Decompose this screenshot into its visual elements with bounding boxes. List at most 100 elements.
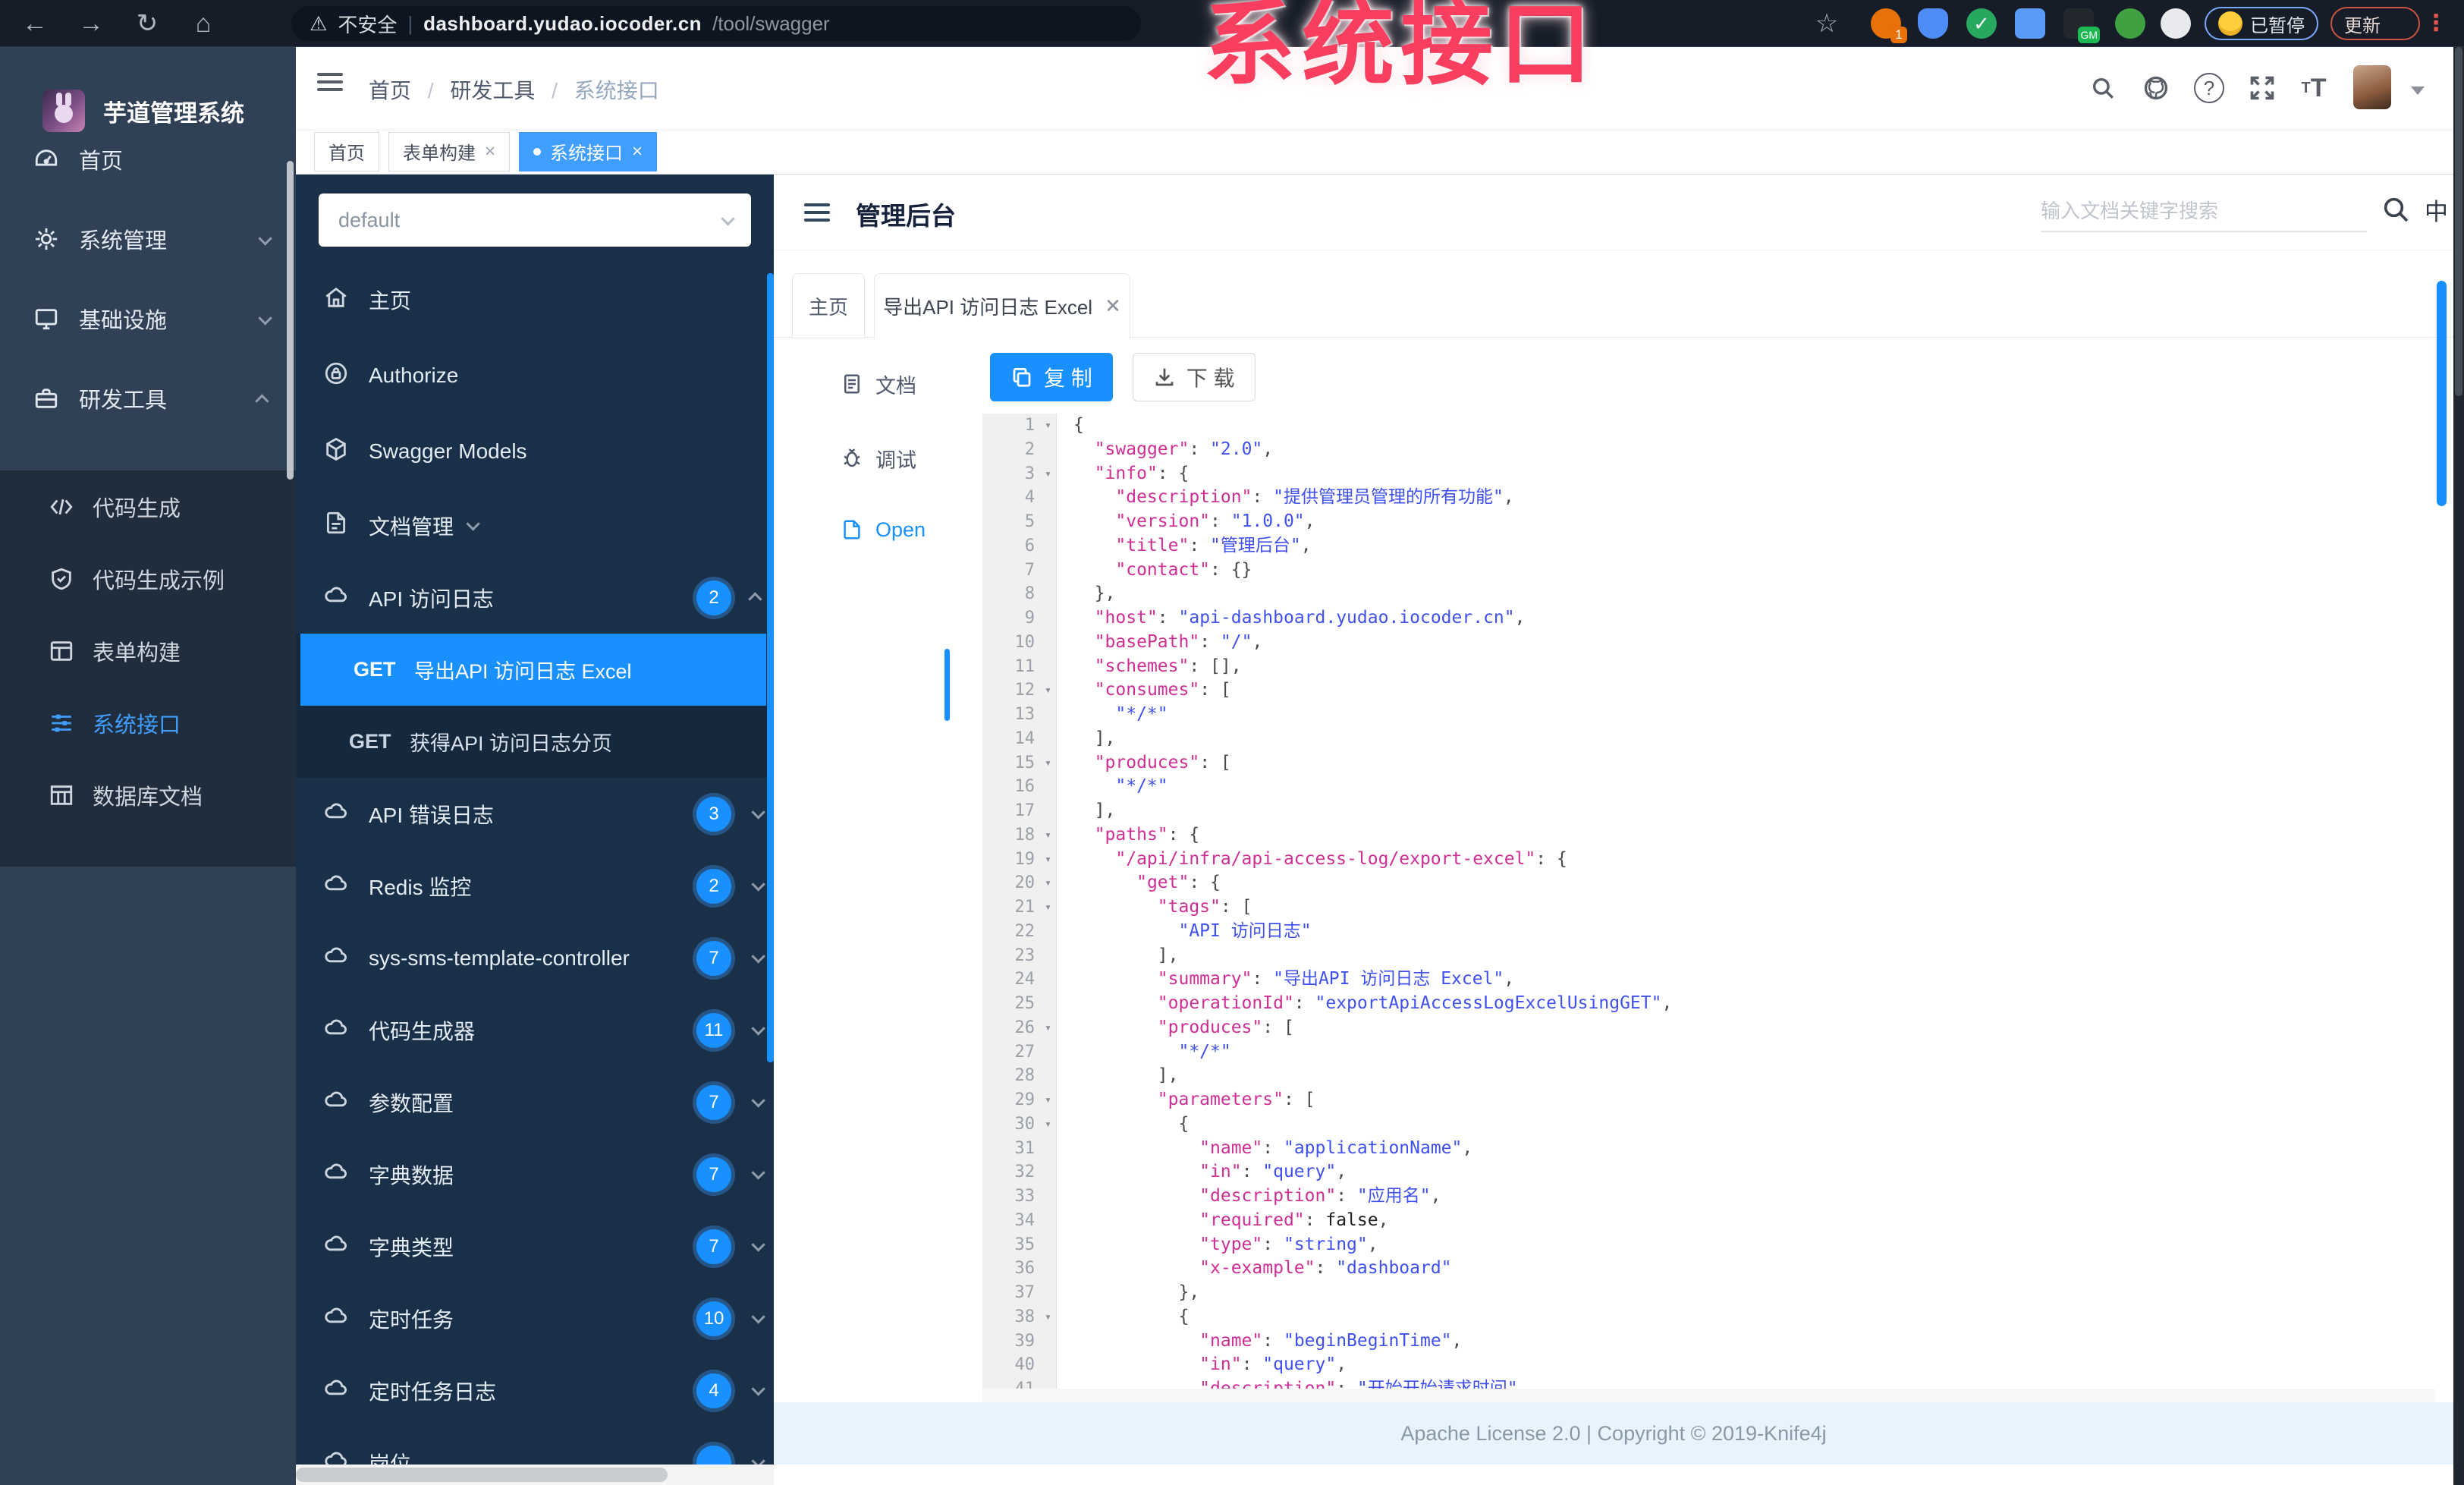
tag-home[interactable]: 首页: [314, 131, 379, 171]
line-number[interactable]: 30 ▾: [982, 1112, 1057, 1137]
docs-sidebar-hscrollbar[interactable]: [296, 1465, 774, 1485]
extension-icon[interactable]: 1: [1871, 8, 1907, 43]
scrollbar-thumb[interactable]: [2455, 47, 2462, 396]
side-tab-document[interactable]: 文档: [774, 357, 979, 411]
browser-menu-icon[interactable]: ⋮: [2425, 9, 2447, 38]
close-icon[interactable]: ✕: [1105, 294, 1121, 318]
fold-icon[interactable]: ▾: [1045, 1305, 1051, 1329]
api-group-item[interactable]: sys-sms-template-controller 7: [296, 922, 774, 994]
line-number[interactable]: 25: [982, 992, 1057, 1016]
line-number[interactable]: 4: [982, 486, 1057, 510]
github-icon[interactable]: [2138, 70, 2174, 106]
fold-icon[interactable]: ▾: [1045, 1088, 1051, 1112]
api-endpoint-item[interactable]: GET 导出API 访问日志 Excel: [300, 634, 766, 706]
address-bar[interactable]: ⚠ 不安全 | dashboard.yudao.iocoder.cn/tool/…: [291, 6, 1141, 41]
editor-hscrollbar[interactable]: [982, 1389, 2435, 1402]
line-number[interactable]: 16: [982, 775, 1057, 799]
sidebar-item-system-management[interactable]: 系统管理: [0, 199, 296, 278]
extension-icon[interactable]: [1918, 8, 1948, 39]
line-number[interactable]: 1 ▾: [982, 414, 1057, 438]
line-number[interactable]: 2: [982, 437, 1057, 462]
line-number[interactable]: 13: [982, 703, 1057, 727]
browser-update-button[interactable]: 更新: [2330, 7, 2420, 40]
extension-icon[interactable]: [2015, 8, 2045, 39]
sidebar-item-form-builder[interactable]: 表单构建: [0, 615, 296, 687]
api-group-item[interactable]: 字典类型 7: [296, 1210, 774, 1282]
sidebar-item-code-generation[interactable]: 代码生成: [0, 470, 296, 543]
api-group-item[interactable]: 文档管理: [296, 489, 774, 562]
fold-icon[interactable]: ▾: [1045, 678, 1051, 703]
tag-system-api[interactable]: 系统接口 ×: [519, 131, 658, 171]
line-number[interactable]: 21 ▾: [982, 895, 1057, 920]
side-tab-open[interactable]: Open: [774, 502, 979, 557]
sidebar-scrollbar[interactable]: [287, 161, 294, 480]
line-number[interactable]: 35: [982, 1232, 1057, 1257]
sidebar-item-database-docs[interactable]: 数据库文档: [0, 759, 296, 831]
line-number[interactable]: 9: [982, 606, 1057, 631]
sidebar-item-code-generation-example[interactable]: 代码生成示例: [0, 543, 296, 615]
line-number[interactable]: 14: [982, 726, 1057, 751]
breadcrumb-home[interactable]: 首页: [369, 79, 411, 102]
download-button[interactable]: 下 载: [1132, 353, 1256, 401]
api-group-item[interactable]: 代码生成器 11: [296, 994, 774, 1066]
fold-icon[interactable]: ▾: [1045, 462, 1051, 486]
close-icon[interactable]: ×: [632, 141, 643, 162]
docs-nav-item[interactable]: 主页: [296, 262, 774, 338]
api-group-item[interactable]: 参数配置 7: [296, 1066, 774, 1138]
extension-icon[interactable]: [2115, 8, 2145, 39]
fold-icon[interactable]: ▾: [1045, 895, 1051, 920]
browser-back-icon[interactable]: ←: [14, 0, 56, 47]
line-number[interactable]: 11: [982, 654, 1057, 679]
line-number[interactable]: 7: [982, 558, 1057, 583]
caret-down-icon[interactable]: [2411, 87, 2425, 95]
line-number[interactable]: 39: [982, 1329, 1057, 1354]
line-number[interactable]: 5: [982, 510, 1057, 534]
sidebar-item-system-api[interactable]: 系统接口: [0, 687, 296, 759]
doc-tab-home[interactable]: 主页: [792, 273, 865, 338]
bookmark-star-icon[interactable]: ☆: [1806, 0, 1848, 47]
puzzle-extensions-icon[interactable]: [2161, 8, 2191, 39]
line-number[interactable]: 12 ▾: [982, 678, 1057, 703]
line-number[interactable]: 31: [982, 1136, 1057, 1161]
line-number[interactable]: 20 ▾: [982, 871, 1057, 895]
scrollbar-thumb[interactable]: [296, 1468, 668, 1482]
sidebar-item-infrastructure[interactable]: 基础设施: [0, 278, 296, 358]
fold-icon[interactable]: ▾: [1045, 848, 1051, 872]
language-icon[interactable]: 中: [2425, 193, 2448, 227]
close-icon[interactable]: ×: [485, 141, 495, 162]
user-avatar[interactable]: [2353, 65, 2391, 109]
line-number[interactable]: 34: [982, 1208, 1057, 1233]
api-group-item[interactable]: 定时任务日志 4: [296, 1354, 774, 1427]
not-secure-warning-icon[interactable]: ⚠: [310, 12, 327, 36]
collapse-sidebar-icon[interactable]: [804, 199, 830, 226]
breadcrumb-dev-tools[interactable]: 研发工具: [450, 79, 535, 102]
line-number[interactable]: 15 ▾: [982, 750, 1057, 776]
fold-icon[interactable]: ▾: [1045, 414, 1051, 438]
line-number[interactable]: 29 ▾: [982, 1088, 1057, 1112]
line-number[interactable]: 17: [982, 799, 1057, 823]
line-number[interactable]: 22: [982, 919, 1057, 944]
line-number[interactable]: 19 ▾: [982, 847, 1057, 872]
api-group-item[interactable]: 定时任务 10: [296, 1282, 774, 1354]
docs-sidebar-scrollbar[interactable]: [767, 273, 774, 1062]
line-number[interactable]: 24: [982, 967, 1057, 992]
line-number[interactable]: 3 ▾: [982, 461, 1057, 486]
fullscreen-icon[interactable]: [2244, 70, 2280, 106]
line-number[interactable]: 38 ▾: [982, 1304, 1057, 1329]
line-number[interactable]: 32: [982, 1160, 1057, 1185]
docs-nav-item[interactable]: Swagger Models: [296, 414, 774, 489]
line-number[interactable]: 10: [982, 630, 1057, 655]
line-number[interactable]: 26 ▾: [982, 1015, 1057, 1040]
api-endpoint-item[interactable]: GET 获得API 访问日志分页: [296, 706, 774, 778]
doc-search-input[interactable]: [2041, 191, 2367, 232]
tag-form-builder[interactable]: 表单构建 ×: [388, 131, 511, 171]
line-number[interactable]: 37: [982, 1281, 1057, 1305]
browser-reload-icon[interactable]: ↻: [126, 0, 168, 47]
browser-vscrollbar[interactable]: [2453, 47, 2464, 1485]
fold-icon[interactable]: ▾: [1045, 1016, 1051, 1040]
copy-button[interactable]: 复 制: [990, 353, 1113, 401]
fold-icon[interactable]: ▾: [1045, 871, 1051, 895]
line-number[interactable]: 8: [982, 582, 1057, 606]
api-group-item[interactable]: API 访问日志 2: [296, 562, 774, 634]
hamburger-icon[interactable]: [317, 68, 343, 96]
